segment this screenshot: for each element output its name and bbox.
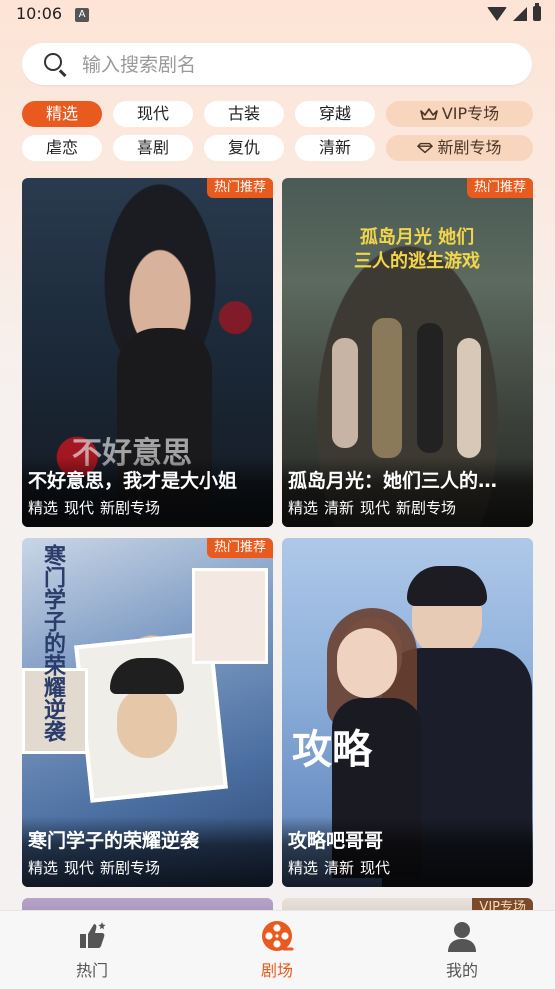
chip-qingxin[interactable]: 清新 [295,135,375,161]
chip-xiandai[interactable]: 现代 [113,101,193,127]
chip-nuelian[interactable]: 虐恋 [22,135,102,161]
card-tags: 精选 现代 新剧专场 [28,499,161,517]
bottom-nav: 热门 剧场 我的 [0,910,555,989]
chip-xiju[interactable]: 喜剧 [113,135,193,161]
poster-title-art: 寒门学子的荣耀逆袭 [40,544,65,742]
nav-hot[interactable]: 热门 [32,919,152,981]
nav-mine[interactable]: 我的 [402,919,522,981]
search-icon [44,53,62,71]
hot-badge: 热门推荐 [466,178,533,198]
wifi-icon [487,6,507,21]
drama-card[interactable]: 孤岛月光 她们三人的逃生游戏 热门推荐 孤岛月光：她们三人的… 精选 清新 现代 新剧… [282,178,533,527]
card-title: 攻略吧哥哥 [288,830,384,852]
chip-guzhuang[interactable]: 古装 [204,101,284,127]
chip-vip-zone[interactable]: VIP专场 [386,101,533,127]
notification-app-icon: A [75,8,89,22]
drama-card[interactable]: 攻略 攻略吧哥哥 精选 清新 现代 [282,538,533,887]
poster-title-art: 攻略 [292,727,372,773]
chip-fuchou[interactable]: 复仇 [204,135,284,161]
chip-chuanyue[interactable]: 穿越 [295,101,375,127]
person-icon [448,922,476,952]
thumbs-up-icon [80,922,106,948]
crown-icon [420,108,438,120]
diamond-icon [417,142,434,154]
drama-card[interactable]: 不好意思 热门推荐 不好意思，我才是大小姐 精选 现代 新剧专场 [22,178,273,527]
hot-badge: 热门推荐 [206,178,273,198]
card-title: 寒门学子的荣耀逆袭 [28,830,200,852]
status-bar: 10:06 A [0,0,555,30]
poster-title-art: 孤岛月光 她们三人的逃生游戏 [354,227,480,272]
drama-card[interactable]: 寒门学子的荣耀逆袭 热门推荐 寒门学子的荣耀逆袭 精选 现代 新剧专场 [22,538,273,887]
card-tags: 精选 现代 新剧专场 [28,859,161,877]
card-title: 孤岛月光：她们三人的… [288,470,498,492]
chip-new-drama-zone[interactable]: 新剧专场 [386,135,533,161]
signal-icon [513,6,527,21]
film-reel-icon [262,921,294,951]
search-bar[interactable] [22,43,532,87]
chip-jingxuan[interactable]: 精选 [22,101,102,127]
status-time: 10:06 [16,4,63,23]
card-title: 不好意思，我才是大小姐 [28,470,238,492]
search-input[interactable] [80,43,524,87]
battery-icon [533,3,541,21]
hot-badge: 热门推荐 [206,538,273,558]
nav-theater[interactable]: 剧场 [217,919,337,981]
card-tags: 精选 清新 现代 新剧专场 [288,499,457,517]
card-tags: 精选 清新 现代 [288,859,391,877]
